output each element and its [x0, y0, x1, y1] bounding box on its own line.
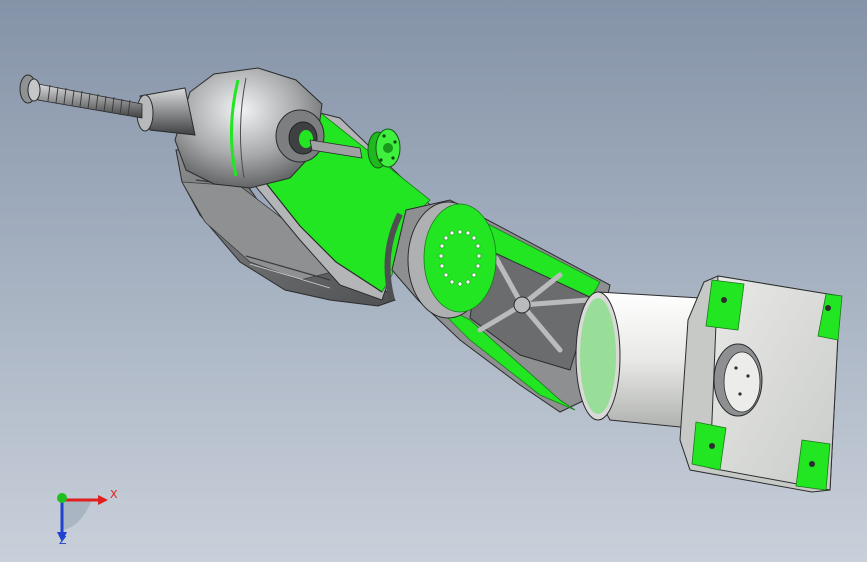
robot-arm-model[interactable] [0, 0, 867, 562]
z-axis-label: Z [59, 534, 67, 547]
x-axis-label: X [110, 488, 118, 501]
end-plate[interactable] [679, 275, 843, 493]
cad-viewport[interactable]: X Z [0, 0, 867, 562]
coordinate-triad: X Z [57, 488, 118, 547]
y-axis-dot [57, 493, 67, 503]
spindle-shaft[interactable] [19, 74, 196, 136]
elbow-green-disc [423, 203, 497, 313]
forearm[interactable] [384, 199, 611, 413]
